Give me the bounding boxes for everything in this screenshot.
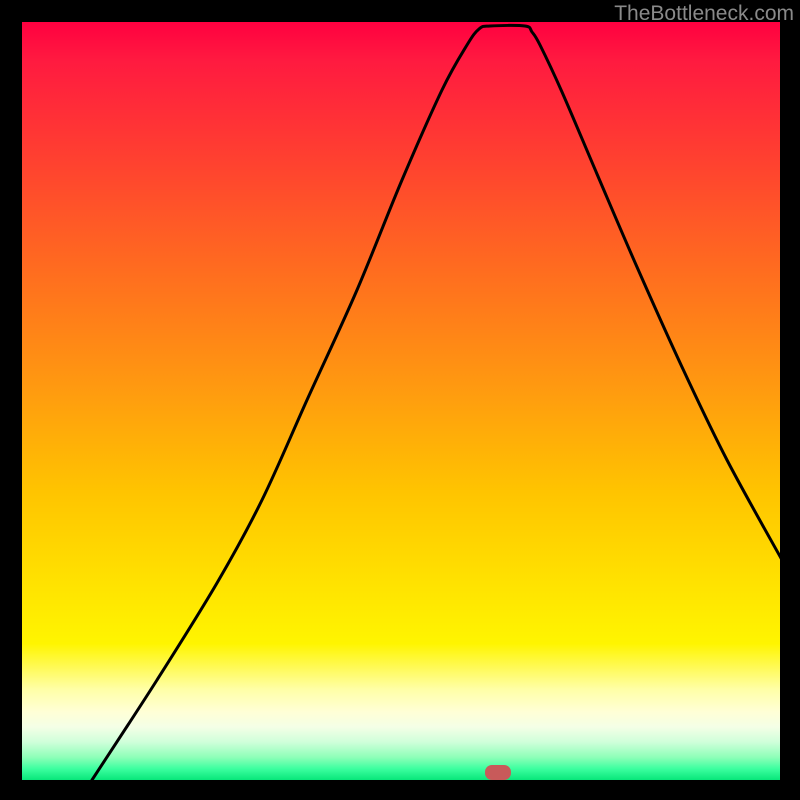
bottleneck-curve xyxy=(92,25,780,780)
optimal-point-marker xyxy=(485,765,511,780)
chart-plot-area xyxy=(22,22,780,780)
watermark-text: TheBottleneck.com xyxy=(614,2,794,26)
chart-curve-svg xyxy=(22,22,780,780)
